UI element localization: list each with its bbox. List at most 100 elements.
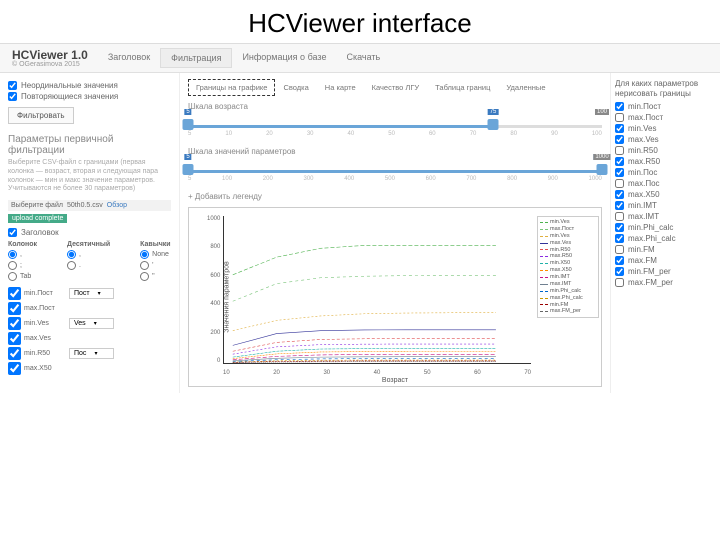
file-name: 50th0.5.csv — [67, 202, 103, 209]
param-row: max.X50 — [8, 362, 171, 375]
param-checkbox[interactable]: max.X50 — [8, 362, 63, 375]
right-check-item[interactable]: min.IMT — [615, 201, 716, 210]
radio-opt[interactable]: Tab — [8, 272, 37, 281]
legend-item: max.X50 — [540, 267, 596, 274]
chart-inner — [223, 216, 531, 364]
topnav-item-2[interactable]: Информация о базе — [232, 48, 336, 68]
legend-item: min.IMT — [540, 274, 596, 281]
csv-radio-groups: Колонок,; Tab Десятичный,. Кавычки None ' " — [8, 241, 171, 281]
filter-button[interactable]: Фильтровать — [8, 107, 74, 124]
legend-item: max.Пост — [540, 226, 596, 233]
slider-knob[interactable] — [597, 164, 608, 175]
radio-opt[interactable]: None — [140, 250, 170, 259]
param-dropdown[interactable]: Пост▾ — [69, 288, 114, 299]
val-slider-label: Шкала значений параметров — [188, 147, 602, 156]
help-text: Выберите CSV-файл с границами (первая ко… — [8, 159, 171, 194]
left-panel: Неординальные значения Повторяющиеся зна… — [0, 73, 180, 393]
subtab-1[interactable]: Сводка — [275, 79, 316, 96]
main-area: Неординальные значения Повторяющиеся зна… — [0, 73, 720, 393]
param-row: min.Пост Пост▾ — [8, 287, 171, 300]
subtab-2[interactable]: На карте — [317, 79, 364, 96]
param-row: min.R50 Пос▾ — [8, 347, 171, 360]
chk-hasheader[interactable]: Заголовок — [8, 228, 171, 237]
age-slider[interactable]: 5751005102030405060708090100 — [188, 121, 602, 133]
subtab-5[interactable]: Удаленные — [498, 79, 553, 96]
right-panel: Для каких параметров нерисовать границы … — [610, 73, 720, 393]
param-row: max.Ves — [8, 332, 171, 345]
file-browse-label: Выберите файл — [11, 202, 63, 209]
topnav-item-1[interactable]: Фильтрация — [160, 48, 232, 68]
chevron-down-icon: ▾ — [94, 350, 97, 357]
param-checkbox[interactable]: max.Ves — [8, 332, 63, 345]
slider-knob[interactable] — [488, 119, 499, 130]
subtab-4[interactable]: Таблица границ — [427, 79, 498, 96]
radio-opt[interactable]: ' — [140, 261, 170, 270]
chevron-down-icon: ▾ — [98, 290, 101, 297]
chart-xticks: 10203040506070 — [223, 370, 531, 376]
legend-item: max.Ves — [540, 240, 596, 247]
brand-block: HCViewer 1.0 © OGerasimova 2015 — [12, 48, 88, 68]
radio-opt[interactable]: , — [67, 250, 110, 259]
chevron-down-icon: ▾ — [94, 320, 97, 327]
age-slider-label: Шкала возраста — [188, 102, 602, 111]
right-check-item[interactable]: max.X50 — [615, 190, 716, 199]
right-check-item[interactable]: max.FM — [615, 256, 716, 265]
right-check-item[interactable]: min.Пост — [615, 102, 716, 111]
right-check-item[interactable]: min.FM — [615, 245, 716, 254]
file-bar[interactable]: Выберите файл 50th0.5.csv Обзор — [8, 200, 171, 211]
param-rows: min.Пост Пост▾ max.Пост min.Ves Ves▾ max.Ves m… — [8, 287, 171, 375]
middle-panel: Границы на графикеСводкаНа картеКачество… — [180, 73, 610, 393]
right-heading: Для каких параметров нерисовать границы — [615, 79, 716, 98]
chk-repeat[interactable]: Повторяющиеся значения — [8, 92, 171, 101]
topnav-item-3[interactable]: Скачать — [336, 48, 390, 68]
legend-item: min.Ves — [540, 219, 596, 226]
radio-opt[interactable]: , — [8, 250, 37, 259]
right-check-item[interactable]: max.Пост — [615, 113, 716, 122]
param-row: max.Пост — [8, 302, 171, 315]
chart-yticks: 10008006004002000 — [207, 216, 220, 364]
radio-opt[interactable]: " — [140, 272, 170, 281]
param-checkbox[interactable]: max.Пост — [8, 302, 63, 315]
right-check-item[interactable]: min.Phi_calc — [615, 223, 716, 232]
param-checkbox[interactable]: min.R50 — [8, 347, 63, 360]
right-check-item[interactable]: min.FM_per — [615, 267, 716, 276]
val-slider[interactable]: 5100010005100200300400500600700800900100… — [188, 166, 602, 178]
upload-status: upload complete — [8, 214, 67, 223]
right-check-item[interactable]: min.Ves — [615, 124, 716, 133]
param-dropdown[interactable]: Ves▾ — [69, 318, 114, 329]
right-checklist: min.Пост max.Пост min.Ves max.Ves min.R50 max… — [615, 102, 716, 287]
radio-head: Кавычки — [140, 241, 170, 248]
app-window: HCViewer 1.0 © OGerasimova 2015 Заголово… — [0, 43, 720, 393]
subtab-0[interactable]: Границы на графике — [188, 79, 275, 96]
topbar: HCViewer 1.0 © OGerasimova 2015 Заголово… — [0, 44, 720, 73]
slide-title: HCViewer interface — [0, 0, 720, 43]
slider-knob[interactable] — [183, 164, 194, 175]
legend-item: min.Ves — [540, 233, 596, 240]
radio-head: Колонок — [8, 241, 37, 248]
file-review-link[interactable]: Обзор — [107, 202, 127, 209]
right-check-item[interactable]: max.Пос — [615, 179, 716, 188]
chk-nonord[interactable]: Неординальные значения — [8, 81, 171, 90]
right-check-item[interactable]: max.IMT — [615, 212, 716, 221]
right-check-item[interactable]: min.Пос — [615, 168, 716, 177]
param-checkbox[interactable]: min.Ves — [8, 317, 63, 330]
subtab-3[interactable]: Качество ЛГУ — [364, 79, 428, 96]
radio-head: Десятичный — [67, 241, 110, 248]
slider-knob[interactable] — [183, 119, 194, 130]
chart: Значения параметров Возраст 100080060040… — [188, 207, 602, 387]
radio-opt[interactable]: ; — [8, 261, 37, 270]
right-check-item[interactable]: max.Phi_calc — [615, 234, 716, 243]
legend-item: min.FM — [540, 302, 596, 309]
right-check-item[interactable]: max.R50 — [615, 157, 716, 166]
legend-item: max.FM_per — [540, 308, 596, 315]
topnav: ЗаголовокФильтрацияИнформация о базеСкач… — [98, 48, 390, 68]
topnav-item-0[interactable]: Заголовок — [98, 48, 160, 68]
add-legend-link[interactable]: + Добавить легенду — [188, 192, 602, 201]
radio-opt[interactable]: . — [67, 261, 110, 270]
param-checkbox[interactable]: min.Пост — [8, 287, 63, 300]
right-check-item[interactable]: min.R50 — [615, 146, 716, 155]
right-check-item[interactable]: max.Ves — [615, 135, 716, 144]
chart-legend: min.Vesmax.Постmin.Vesmax.Vesmin.R50max.… — [537, 216, 599, 318]
param-dropdown[interactable]: Пос▾ — [69, 348, 114, 359]
right-check-item[interactable]: max.FM_per — [615, 278, 716, 287]
